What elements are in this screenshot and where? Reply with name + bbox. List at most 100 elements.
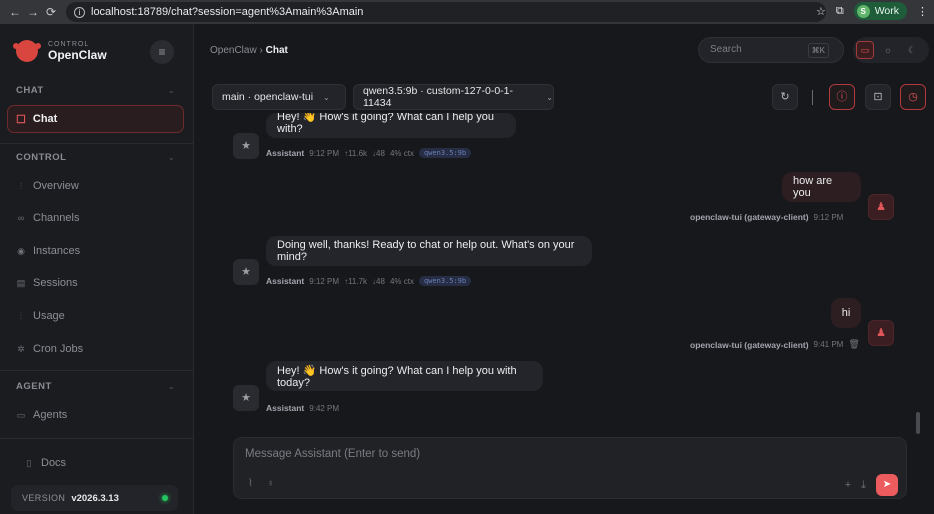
profile-button[interactable]: S Work (853, 2, 907, 20)
trash-icon[interactable]: 🗑 (848, 339, 859, 350)
section-agent[interactable]: AGENT (16, 381, 52, 392)
search-input[interactable]: Search ⌘K (698, 37, 844, 63)
assistant-avatar-star-icon: ★ (233, 259, 259, 285)
sidebar: CONTROL OpenClaw ≡ CHAT ⌄ ☐ Chat CONTROL… (0, 24, 194, 514)
sidebar-item-docs[interactable]: ▯ Docs (24, 457, 67, 469)
model-tag: qwen3.5:9b (418, 276, 472, 286)
section-control[interactable]: CONTROL (16, 152, 66, 163)
sidebar-item-cron-jobs[interactable]: ✲ Cron Jobs (16, 343, 83, 355)
browser-nav: ← → ⟳ (6, 5, 60, 19)
chevron-down-icon[interactable]: ⌄ (168, 382, 175, 391)
forward-icon[interactable]: → (24, 5, 42, 19)
section-chat[interactable]: CHAT (16, 85, 44, 96)
context-usage: 4% ctx (389, 148, 414, 158)
version-label: VERSION (22, 493, 66, 503)
header: OpenClaw › Chat Search ⌘K ▭ ☼ ☾ (195, 24, 934, 74)
chevron-down-icon[interactable]: ⌄ (168, 153, 175, 162)
focus-button[interactable]: ⊡ (865, 84, 891, 110)
message-sender: openclaw-tui (gateway-client) (690, 212, 809, 222)
sidebar-item-overview[interactable]: ⫶ Overview (16, 180, 79, 192)
broadcast-icon: ◉ (17, 245, 25, 256)
user-avatar-icon: ♟ (868, 320, 894, 346)
sun-icon[interactable]: ☼ (878, 40, 898, 60)
breadcrumb-current: Chat (265, 45, 288, 56)
download-icon[interactable]: ⤓ (861, 479, 866, 492)
sidebar-item-instances[interactable]: ◉ Instances (16, 245, 80, 257)
message-meta: Assistant 9:12 PM ↑11.7k ↓48 4% ctx qwen… (266, 276, 472, 286)
extensions-icon[interactable]: ⧉ (836, 5, 844, 18)
message-text: Hey! 👋 How's it going? What can I help y… (277, 364, 517, 389)
assistant-message-bubble: Hey! 👋 How's it going? What can I help y… (266, 113, 516, 138)
monitor-icon[interactable]: ▭ (856, 41, 874, 59)
message-meta: openclaw-tui (gateway-client) 9:12 PM (690, 212, 843, 222)
user-avatar-icon: ♟ (868, 194, 894, 220)
toolbar-divider (812, 90, 813, 105)
theme-switcher: ▭ ☼ ☾ (853, 37, 929, 63)
breadcrumb-separator: › (259, 45, 263, 56)
sidebar-item-label: Docs (41, 457, 67, 469)
address-bar[interactable]: i localhost:18789/chat?session=agent%3Am… (66, 2, 826, 22)
history-button[interactable]: ◷ (900, 84, 926, 110)
scrollbar-thumb[interactable] (916, 412, 920, 434)
sidebar-item-label: Sessions (33, 277, 78, 289)
message-time: 9:12 PM (813, 212, 844, 222)
message-time: 9:42 PM (309, 403, 340, 413)
refresh-icon: ↻ (780, 91, 790, 103)
sidebar-item-usage[interactable]: ⫶ Usage (16, 310, 65, 322)
sidebar-item-label: Overview (33, 180, 79, 192)
chevron-down-icon[interactable]: ⌄ (168, 86, 175, 95)
refresh-button[interactable]: ↻ (772, 84, 798, 110)
message-sender: Assistant (266, 148, 305, 158)
message-text: Hey! 👋 How's it going? What can I help y… (277, 113, 494, 135)
sidebar-item-label: Usage (33, 310, 65, 322)
document-icon: ▤ (16, 277, 26, 288)
send-button[interactable]: ➤ (876, 474, 898, 496)
folder-icon: ▭ (16, 409, 26, 420)
breadcrumb: OpenClaw › Chat (210, 45, 288, 56)
openclaw-logo-icon (13, 40, 41, 62)
search-placeholder: Search (710, 44, 742, 55)
tokens-out: ↓48 (372, 148, 385, 158)
assistant-message-bubble: Doing well, thanks! Ready to chat or hel… (266, 236, 592, 266)
link-icon: ∞ (17, 213, 25, 223)
breadcrumb-root[interactable]: OpenClaw (210, 45, 257, 56)
session-select[interactable]: main · openclaw-tui ⌄ (212, 84, 346, 110)
brand[interactable]: CONTROL OpenClaw (13, 40, 107, 62)
chevron-down-icon: ⌄ (546, 92, 553, 102)
site-info-icon[interactable]: i (74, 6, 85, 18)
model-tag: qwen3.5:9b (418, 148, 472, 158)
microphone-icon[interactable]: ♁ (267, 478, 275, 489)
thinking-toggle-button[interactable]: ⓘ (829, 84, 855, 110)
sidebar-item-sessions[interactable]: ▤ Sessions (16, 277, 78, 289)
model-select[interactable]: qwen3.5:9b · custom-127-0-0-1-11434 ⌄ (353, 84, 554, 110)
collapse-sidebar-button[interactable]: ≡ (150, 40, 174, 64)
composer-right-actions: + ⤓ ➤ (845, 474, 898, 496)
book-icon: ▯ (26, 457, 32, 468)
chat-bubble-icon: ☐ (16, 113, 26, 126)
bookmark-star-icon[interactable]: ☆ (816, 5, 826, 18)
reload-icon[interactable]: ⟳ (42, 5, 60, 19)
sidebar-item-agents[interactable]: ▭ Agents (16, 409, 68, 421)
sidebar-item-label: Instances (33, 245, 81, 257)
sidebar-item-chat[interactable]: ☐ Chat (7, 105, 184, 133)
attach-paperclip-icon[interactable]: ⌇ (248, 478, 253, 489)
brand-name: OpenClaw (48, 47, 107, 62)
profile-avatar: S (856, 4, 870, 18)
sidebar-item-label: Agents (33, 409, 68, 421)
message-sender: Assistant (266, 403, 305, 413)
add-icon[interactable]: + (845, 479, 851, 491)
sidebar-item-label: Chat (32, 113, 58, 125)
moon-icon[interactable]: ☾ (902, 40, 922, 60)
message-time: 9:41 PM (813, 340, 844, 349)
sidebar-item-channels[interactable]: ∞ Channels (16, 212, 80, 224)
divider (0, 143, 194, 144)
session-select-value: main · openclaw-tui (222, 91, 314, 103)
browser-toolbar: ← → ⟳ i localhost:18789/chat?session=age… (0, 0, 934, 24)
url-text: localhost:18789/chat?session=agent%3Amai… (91, 6, 364, 18)
back-icon[interactable]: ← (6, 5, 24, 19)
browser-menu-icon[interactable]: ⋮ (917, 5, 928, 18)
assistant-avatar-star-icon: ★ (233, 385, 259, 411)
profile-label: Work (874, 5, 899, 17)
composer-left-actions: ⌇ ♁ (248, 478, 274, 489)
message-composer[interactable]: Message Assistant (Enter to send) ⌇ ♁ + … (233, 437, 907, 499)
